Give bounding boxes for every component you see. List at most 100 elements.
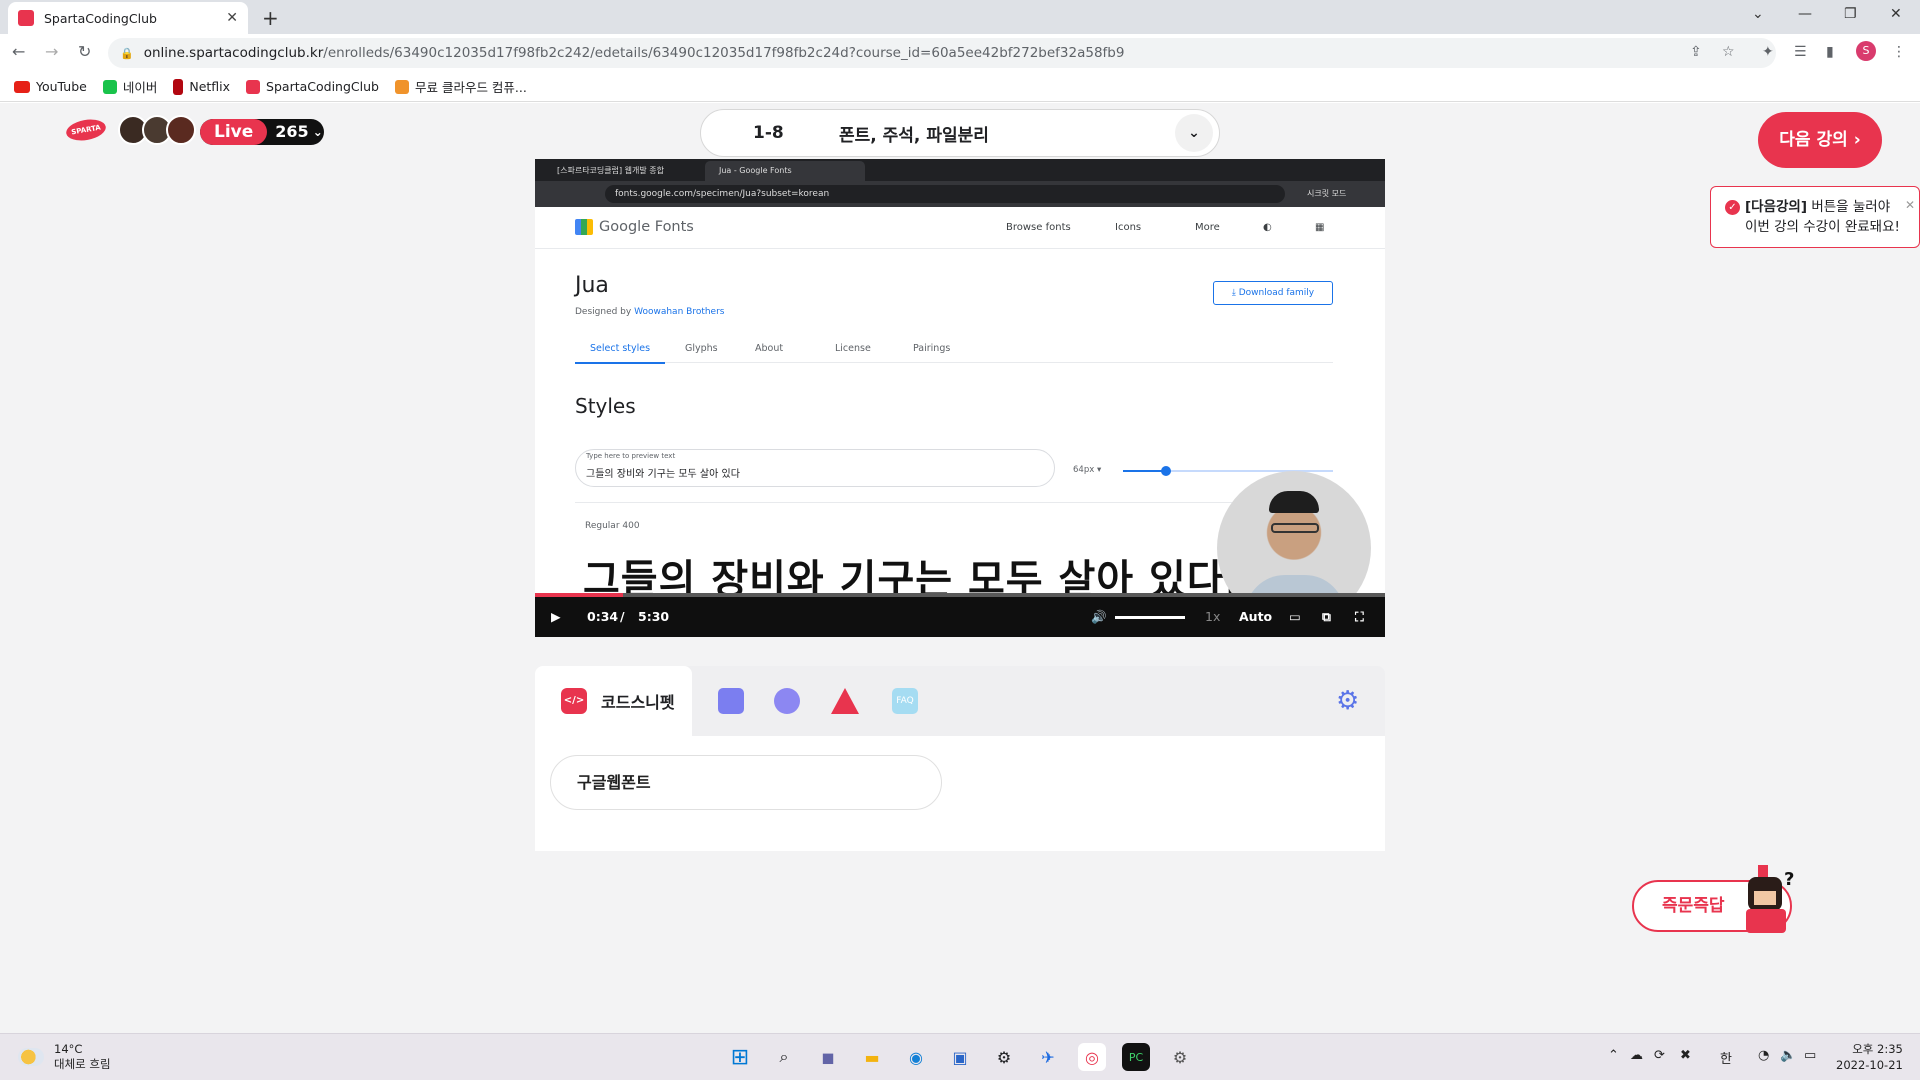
new-tab-icon[interactable]: + [262, 6, 279, 30]
sync-icon[interactable]: ⟳ [1654, 1048, 1665, 1063]
store-icon[interactable]: ▣ [946, 1043, 974, 1071]
chevron-right-icon: › [1853, 130, 1861, 150]
edge-icon[interactable]: ◉ [902, 1043, 930, 1071]
forward-icon[interactable]: → [45, 42, 58, 61]
tooltip-bold: [다음강의] [1745, 199, 1808, 215]
checklist-icon[interactable] [718, 688, 744, 714]
address-bar[interactable]: 🔒 online.spartacodingclub.kr/enrolleds/6… [108, 38, 1776, 68]
search-icon[interactable]: ⌕ [770, 1043, 798, 1071]
bookmark-sparta[interactable]: SpartaCodingClub [246, 79, 379, 94]
weather-text: 대체로 흐림 [54, 1057, 111, 1071]
pip-icon[interactable]: ⧉ [1322, 609, 1331, 625]
sparta-favicon-icon [18, 10, 34, 26]
reading-list-icon[interactable]: ☰ [1794, 44, 1807, 60]
app-icon[interactable]: ✈ [1034, 1043, 1062, 1071]
faq-icon[interactable]: FAQ [892, 688, 918, 714]
lesson-selector[interactable]: 1-8 폰트, 주석, 파일분리 ⌄ [700, 109, 1220, 157]
weather-widget[interactable]: 14°C 대체로 흐림 [18, 1042, 111, 1072]
divider [575, 502, 1333, 503]
code-icon: </> [561, 688, 587, 714]
gf-nav-item: Browse fonts [1006, 222, 1071, 233]
next-lesson-tooltip: ✓ ✕ [다음강의] 버튼을 눌러야 이번 강의 수강이 완료돼요! [1710, 186, 1920, 248]
play-icon[interactable]: ▶ [551, 609, 561, 624]
volume-icon[interactable]: 🔊 [1091, 609, 1107, 625]
temperature: 14°C [54, 1042, 83, 1056]
mascot-face [1754, 891, 1776, 905]
cloud-icon[interactable]: ☁ [1630, 1048, 1643, 1063]
designer-link: Woowahan Brothers [634, 307, 725, 317]
chevron-down-icon: ⌄ [312, 125, 323, 139]
close-icon[interactable]: ✕ [1905, 195, 1915, 215]
warning-icon[interactable] [831, 688, 859, 714]
playback-speed[interactable]: 1x [1205, 609, 1220, 624]
bookmark-star-icon[interactable]: ☆ [1722, 44, 1735, 60]
google-fonts-icon [575, 219, 593, 235]
gf-logo-text: Google Fonts [599, 219, 694, 235]
gf-tab: Select styles [575, 343, 666, 364]
settings-gear-icon[interactable]: ⚙ [1336, 686, 1359, 716]
theme-icon: ◐ [1263, 222, 1272, 233]
speaker-icon[interactable]: 🔈 [1780, 1048, 1796, 1063]
wifi-icon[interactable]: ◔ [1758, 1048, 1769, 1063]
close-window-icon[interactable]: ✕ [1890, 6, 1902, 22]
bookmark-youtube[interactable]: YouTube [14, 79, 87, 94]
extensions-icon[interactable]: ✦ [1762, 44, 1774, 60]
close-tab-icon[interactable]: ✕ [226, 10, 238, 26]
gear-app-icon[interactable]: ⚙ [1166, 1043, 1194, 1071]
next-lesson-label: 다음 강의 [1779, 130, 1848, 150]
next-lesson-button[interactable]: 다음 강의 › [1758, 112, 1882, 168]
tray-overflow-icon[interactable]: ⌃ [1608, 1048, 1619, 1063]
lesson-number: 1-8 [753, 123, 784, 143]
incognito-label: 시크릿 모드 [1307, 189, 1347, 198]
time: 오후 2:35 [1852, 1042, 1903, 1056]
size-slider-knob [1161, 466, 1171, 476]
battery-icon[interactable]: ▭ [1804, 1048, 1816, 1063]
side-panel-icon[interactable]: ▮ [1826, 44, 1834, 60]
volume-slider[interactable] [1115, 616, 1185, 619]
chat-icon[interactable] [774, 688, 800, 714]
tab-title: SpartaCodingClub [44, 10, 157, 26]
ime-indicator[interactable]: 한 [1720, 1048, 1732, 1067]
menu-icon[interactable]: ⋮ [1892, 44, 1906, 60]
bookmark-netflix[interactable]: Netflix [173, 78, 230, 95]
reload-icon[interactable]: ↻ [78, 42, 91, 61]
fullscreen-icon[interactable]: ⛶ [1355, 609, 1364, 625]
pycharm-icon[interactable]: PC [1122, 1043, 1150, 1071]
subtitles-icon[interactable]: ▭ [1289, 609, 1301, 624]
start-icon[interactable]: ⊞ [726, 1043, 754, 1071]
gf-nav-item: Icons [1115, 222, 1142, 233]
teams-chat-icon[interactable]: ◼ [814, 1043, 842, 1071]
video-browser-tabbar: [스파르타코딩클럽] 웹개발 종합 Jua - Google Fonts [535, 159, 1385, 181]
settings-icon[interactable]: ⚙ [990, 1043, 1018, 1071]
app-tray-icon[interactable]: ✖ [1680, 1048, 1691, 1063]
profile-avatar[interactable]: S [1856, 41, 1876, 61]
file-explorer-icon[interactable]: ▬ [858, 1043, 886, 1071]
tab-search-icon[interactable]: ⌄ [1752, 6, 1764, 22]
snippet-item[interactable]: 구글웹폰트 [550, 755, 942, 810]
browser-tab[interactable]: SpartaCodingClub ✕ [8, 2, 248, 34]
chevron-down-icon[interactable]: ⌄ [1175, 114, 1213, 152]
bookmark-cloud[interactable]: 무료 클라우드 컴퓨... [394, 77, 527, 96]
restore-icon[interactable]: ❐ [1844, 6, 1857, 22]
style-name: Regular 400 [585, 521, 640, 531]
clock[interactable]: 오후 2:35 2022-10-21 [1836, 1041, 1903, 1073]
quality-select[interactable]: Auto [1239, 609, 1272, 624]
current-time: 0:34 [587, 609, 619, 624]
video-inner-tab: [스파르타코딩클럽] 웹개발 종합 [557, 166, 665, 175]
lesson-title: 폰트, 주석, 파일분리 [839, 125, 989, 146]
live-badge[interactable]: Live 265 ⌄ [200, 119, 324, 145]
tab-code-snippet[interactable]: </> 코드스니펫 [535, 666, 692, 736]
tab-label: 코드스니펫 [601, 693, 675, 712]
share-icon[interactable]: ⇪ [1690, 44, 1702, 60]
sparta-logo[interactable]: SPARTA [64, 116, 108, 144]
chrome-icon[interactable]: ◎ [1078, 1043, 1106, 1071]
url-host: online.spartacodingclub.kr [143, 45, 324, 61]
bookmark-naver[interactable]: 네이버 [102, 77, 157, 96]
preview-text-field: Type here to preview text 그들의 장비와 기구는 모두… [575, 449, 1055, 487]
download-label: Download family [1238, 288, 1315, 298]
minimize-icon[interactable]: — [1798, 6, 1812, 22]
sparta-mascot[interactable]: ? [1742, 865, 1802, 935]
webcam-glasses [1271, 523, 1319, 533]
back-icon[interactable]: ← [12, 42, 25, 61]
video-player[interactable]: [스파르타코딩클럽] 웹개발 종합 Jua - Google Fonts fon… [535, 159, 1385, 637]
